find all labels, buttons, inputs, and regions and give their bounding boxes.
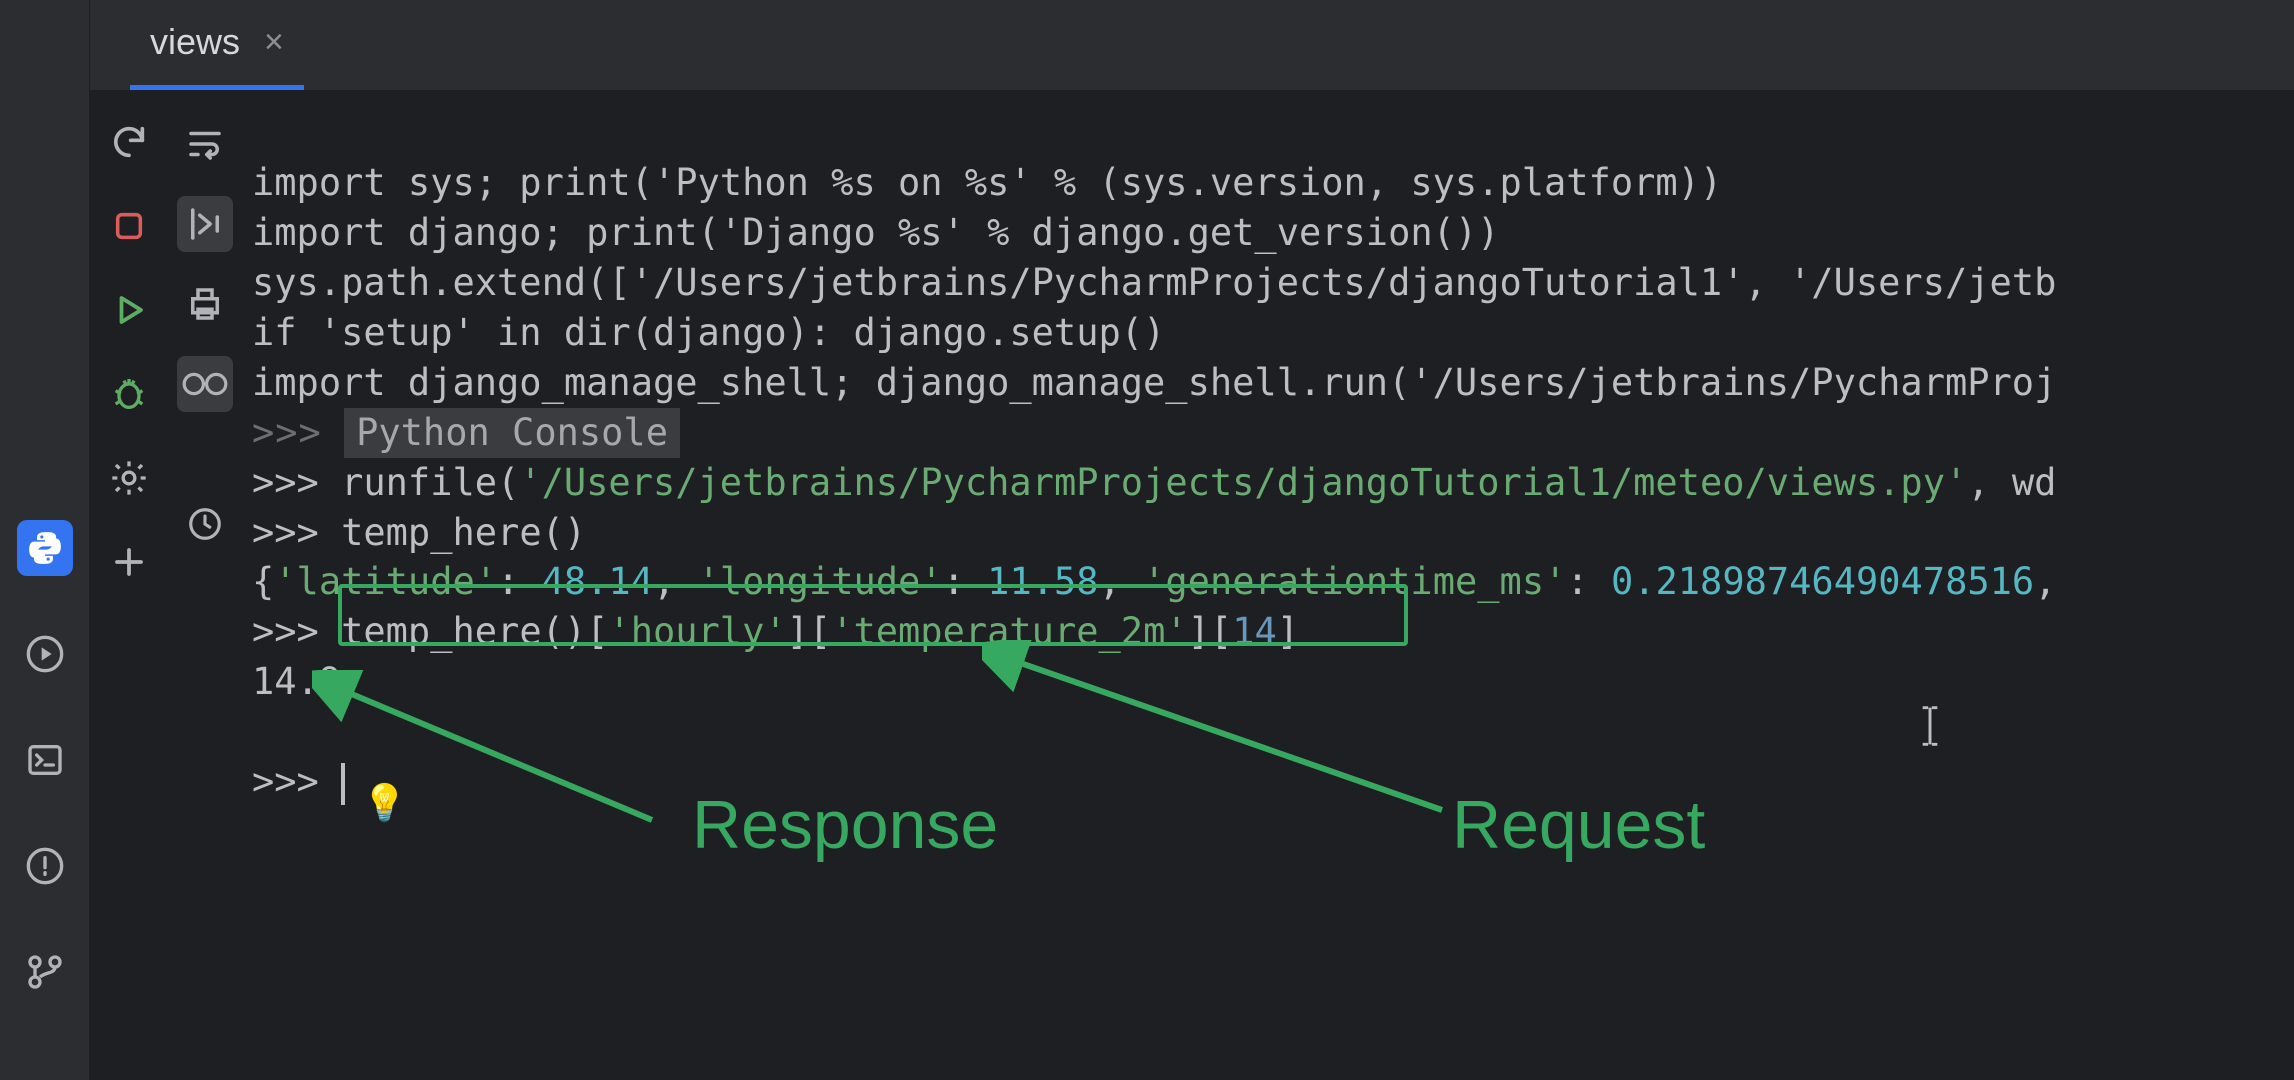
string-literal: 'generationtime_ms' [1143, 560, 1566, 603]
console-line: import django_manage_shell; django_manag… [252, 361, 2056, 404]
settings-button[interactable] [107, 456, 151, 500]
output-text: { [252, 560, 274, 603]
content-area: import sys; print('Python %s on %s' % (s… [90, 90, 2294, 1080]
console-view-toolbar [168, 90, 242, 1080]
python-icon [26, 529, 64, 567]
console-run-toolbar [90, 90, 168, 1080]
terminal-tool-button[interactable] [17, 732, 73, 788]
terminal-icon [25, 740, 65, 780]
console-label: Python Console [344, 408, 680, 458]
prompt: >>> [252, 461, 319, 504]
prompt: >>> [252, 760, 319, 803]
print-icon [184, 283, 226, 325]
number-literal: 0.21898746490478516 [1611, 560, 2034, 603]
history-button[interactable] [177, 496, 233, 552]
number-literal: 11.58 [987, 560, 1098, 603]
stop-button[interactable] [107, 204, 151, 248]
code-text: , wd [1967, 461, 2056, 504]
close-icon[interactable]: × [264, 23, 284, 62]
scroll-to-end-button[interactable] [177, 196, 233, 252]
number-literal: 48.14 [542, 560, 653, 603]
run-tool-button[interactable] [17, 626, 73, 682]
output-value: 14.9 [252, 660, 341, 703]
new-console-button[interactable] [107, 540, 151, 584]
tab-label: views [150, 21, 240, 63]
annotation-response-label: Response [692, 780, 998, 872]
code-call: temp_here()[ [341, 610, 608, 653]
prompt-marker: >>> [252, 411, 322, 454]
bug-icon [109, 374, 149, 414]
show-variables-button[interactable] [177, 356, 233, 412]
string-literal: 'latitude' [274, 560, 497, 603]
intention-bulb-icon[interactable]: 💡 [362, 780, 407, 829]
tab-views[interactable]: views × [130, 3, 304, 90]
soft-wrap-icon [184, 123, 226, 165]
play-circle-icon [25, 634, 65, 674]
run-button[interactable] [107, 288, 151, 332]
print-button[interactable] [177, 276, 233, 332]
annotation-arrow-request [982, 640, 1482, 840]
play-icon [111, 292, 147, 328]
rerun-button[interactable] [107, 120, 151, 164]
string-literal: 'longitude' [698, 560, 943, 603]
code-text: ][ [1188, 610, 1233, 653]
warning-icon [25, 846, 65, 886]
code-text: ][ [787, 610, 832, 653]
prompt: >>> [252, 511, 319, 554]
tab-bar: views × [90, 0, 2294, 90]
text-caret [341, 763, 345, 805]
console-line: sys.path.extend(['/Users/jetbrains/Pycha… [252, 261, 2056, 304]
string-literal: '/Users/jetbrains/PycharmProjects/django… [519, 461, 1967, 504]
scroll-end-icon [184, 203, 226, 245]
console-line: if 'setup' in dir(django): django.setup(… [252, 311, 1165, 354]
plus-icon [111, 544, 147, 580]
number-literal: 14 [1232, 610, 1277, 653]
console-line: import django; print('Django %s' % djang… [252, 211, 1499, 254]
glasses-icon [181, 368, 229, 400]
string-literal: 'hourly' [608, 610, 786, 653]
git-branch-icon [25, 952, 65, 992]
code-text: ] [1277, 610, 1299, 653]
code-call: temp_here() [341, 511, 586, 554]
problems-tool-button[interactable] [17, 838, 73, 894]
python-console-tool-button[interactable] [17, 520, 73, 576]
string-literal: 'temperature_2m' [831, 610, 1187, 653]
debug-button[interactable] [107, 372, 151, 416]
rerun-icon [109, 122, 149, 162]
stop-icon [112, 209, 146, 243]
clock-icon [186, 505, 224, 543]
gear-icon [109, 458, 149, 498]
python-console-output[interactable]: import sys; print('Python %s on %s' % (s… [242, 90, 2294, 1080]
prompt: >>> [252, 610, 319, 653]
console-line: import sys; print('Python %s on %s' % (s… [252, 161, 1722, 204]
vcs-tool-button[interactable] [17, 944, 73, 1000]
annotation-request-label: Request [1452, 780, 1705, 872]
left-rail [0, 0, 90, 1080]
code-call: runfile( [341, 461, 519, 504]
ibeam-cursor-icon [1772, 650, 1943, 816]
soft-wrap-button[interactable] [177, 116, 233, 172]
